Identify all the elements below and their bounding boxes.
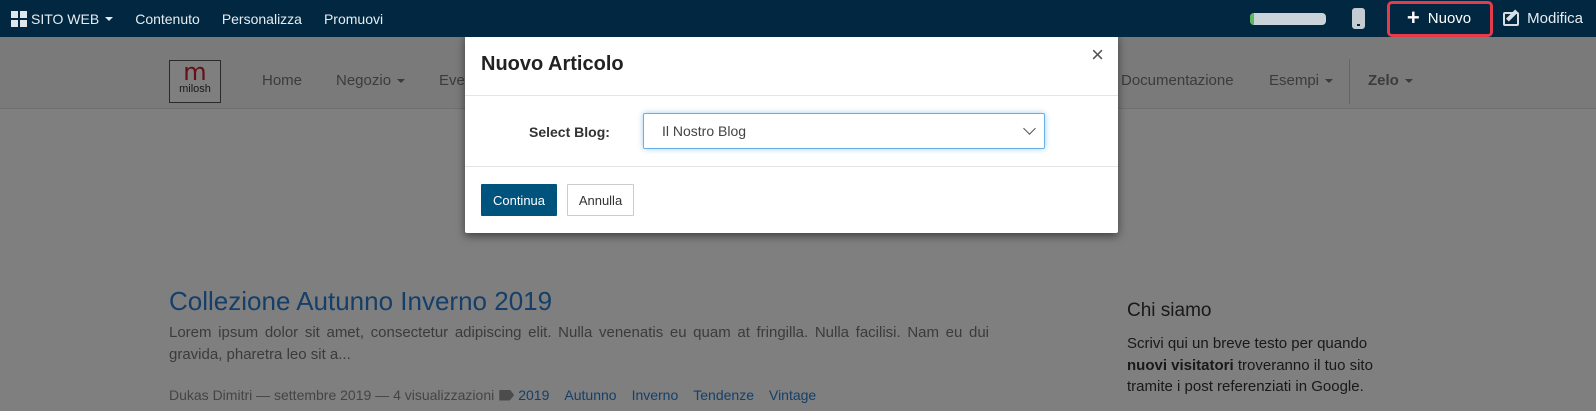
site-menu[interactable]: SITO WEB bbox=[0, 0, 124, 37]
continue-button[interactable]: Continua bbox=[481, 184, 557, 216]
select-blog-label: Select Blog: bbox=[529, 124, 610, 140]
chevron-down-icon bbox=[1023, 122, 1036, 135]
site-menu-label: SITO WEB bbox=[31, 10, 100, 27]
dialog-body: Select Blog: Il Nostro Blog bbox=[465, 96, 1118, 167]
blog-select[interactable]: Il Nostro Blog bbox=[643, 113, 1045, 149]
topbar-right: + Nuovo Modifica bbox=[1249, 0, 1596, 37]
progress-bar bbox=[1249, 12, 1326, 25]
mobile-preview-icon[interactable] bbox=[1351, 8, 1365, 29]
new-button-label: Nuovo bbox=[1427, 10, 1472, 27]
plus-icon: + bbox=[1406, 4, 1420, 30]
topbar-item-promuovi[interactable]: Promuovi bbox=[313, 0, 394, 37]
edit-icon bbox=[1503, 11, 1520, 26]
cancel-button[interactable]: Annulla bbox=[567, 184, 634, 216]
topbar-item-personalizza[interactable]: Personalizza bbox=[211, 0, 313, 37]
dialog-title: Nuovo Articolo bbox=[481, 53, 624, 75]
apps-grid-icon bbox=[11, 10, 27, 27]
new-button[interactable]: + Nuovo bbox=[1386, 0, 1494, 37]
dialog-footer: Continua Annulla bbox=[465, 167, 1118, 232]
topbar-item-contenuto[interactable]: Contenuto bbox=[124, 0, 211, 37]
progress-fill bbox=[1249, 12, 1255, 25]
close-icon[interactable]: × bbox=[1091, 44, 1104, 66]
blog-select-value: Il Nostro Blog bbox=[662, 123, 747, 139]
new-article-dialog: Nuovo Articolo × Select Blog: Il Nostro … bbox=[465, 34, 1118, 233]
admin-topbar: SITO WEB Contenuto Personalizza Promuovi… bbox=[0, 0, 1596, 37]
caret-down-icon bbox=[105, 16, 114, 21]
edit-button-label: Modifica bbox=[1527, 10, 1583, 27]
dialog-header: Nuovo Articolo × bbox=[465, 34, 1118, 96]
edit-button[interactable]: Modifica bbox=[1503, 10, 1596, 27]
